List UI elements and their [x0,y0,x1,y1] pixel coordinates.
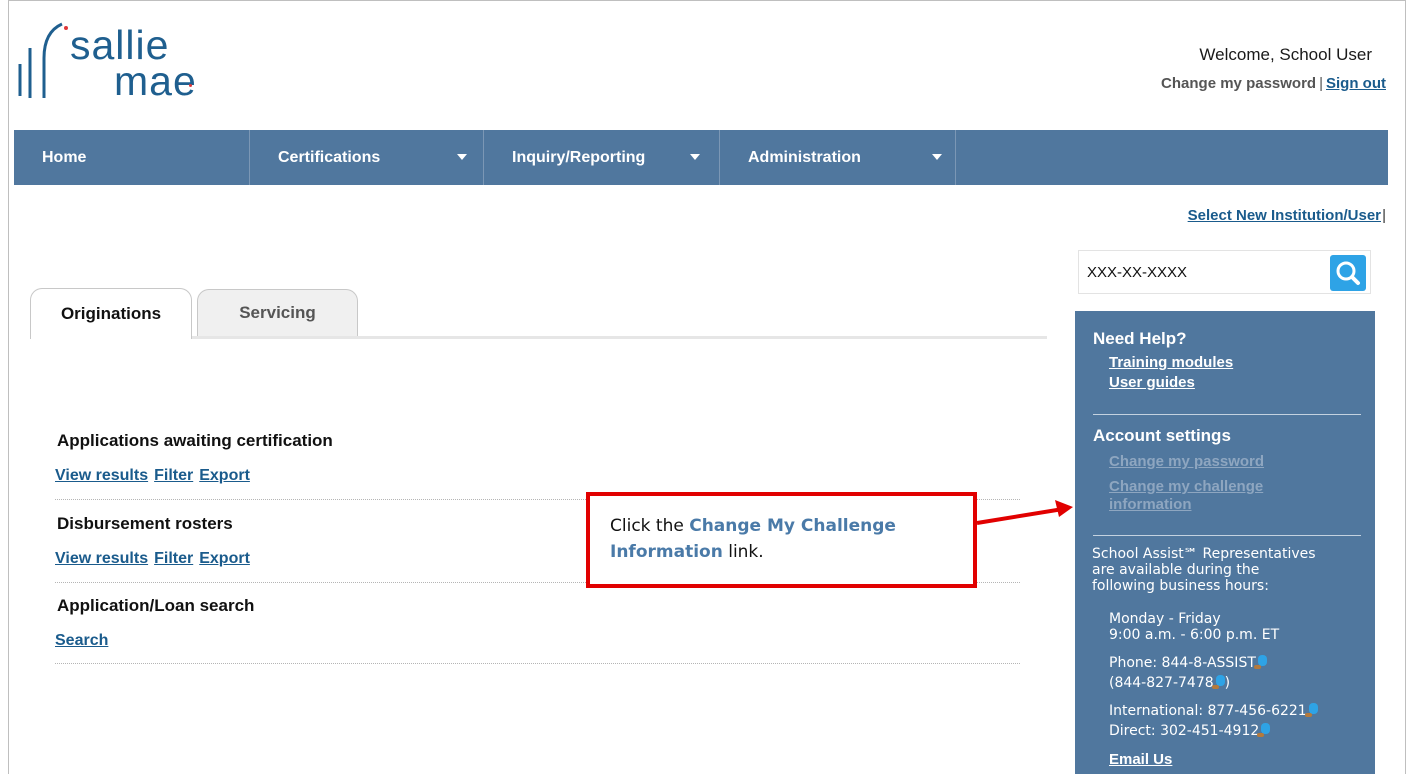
nav-home[interactable]: Home [14,130,249,185]
divider [55,663,1020,664]
nav-inquiry-reporting[interactable]: Inquiry/Reporting [484,130,719,185]
export-link[interactable]: Export [199,467,250,484]
search-box [1078,250,1371,294]
phone-line: Phone: 844-8-ASSIST [1109,655,1267,671]
section-links-search: Search [55,632,114,650]
select-institution-link[interactable]: Select New Institution/User [1188,207,1381,224]
business-days: Monday - Friday [1109,611,1221,627]
filter-link[interactable]: Filter [154,467,193,484]
divider [1093,535,1361,536]
view-results-link[interactable]: View results [55,550,148,567]
filter-link[interactable]: Filter [154,550,193,567]
search-button[interactable] [1330,255,1366,291]
view-results-link[interactable]: View results [55,467,148,484]
chevron-down-icon [932,154,942,160]
section-title-applications: Applications awaiting certification [57,431,333,450]
nav-inquiry-label: Inquiry/Reporting [512,148,646,166]
phone-text: Phone: 844-8-ASSIST [1109,655,1256,671]
change-challenge-line2: information [1109,496,1192,513]
tab-originations[interactable]: Originations [30,288,192,339]
reps-line1: School Assist℠ Representatives [1092,546,1316,562]
representatives-text: School Assist℠ Representatives are avail… [1092,546,1316,594]
callout-prefix: Click the [610,516,690,536]
phone-icon[interactable] [1257,723,1271,737]
separator: | [1382,207,1386,224]
callout-suffix: link. [722,542,764,563]
nav-administration[interactable]: Administration [720,130,955,185]
phone-icon[interactable] [1304,703,1318,717]
section-links-applications: View results Filter Export [55,467,256,485]
direct-line: Direct: 302-451-4912 [1109,723,1271,739]
separator: | [1319,75,1323,92]
sallie-mae-logo[interactable]: sallie mae [14,18,234,108]
nav-divider [955,130,956,185]
logo-bars-icon [18,22,63,98]
logo-dot-icon [64,26,68,30]
phone-numeric-close: ) [1224,675,1231,691]
nav-administration-label: Administration [748,148,861,166]
tab-originations-label: Originations [60,304,162,323]
tab-servicing[interactable]: Servicing [197,289,358,336]
email-us-link[interactable]: Email Us [1109,751,1172,768]
nav-home-label: Home [42,148,87,166]
international-text: International: 877-456-6221 [1109,703,1307,719]
search-input[interactable] [1080,252,1326,292]
business-hours: 9:00 a.m. - 6:00 p.m. ET [1109,627,1280,643]
instruction-callout: Click the Change My Challenge Informatio… [586,492,977,588]
training-modules-link[interactable]: Training modules [1109,354,1233,371]
nav-certifications-label: Certifications [278,148,381,166]
help-panel: Need Help? Training modules User guides … [1075,311,1375,774]
chevron-down-icon [690,154,700,160]
welcome-text: Welcome, School User [1199,45,1372,64]
section-title-search: Application/Loan search [57,596,255,615]
account-settings-heading: Account settings [1093,426,1231,445]
section-links-disbursement: View results Filter Export [55,550,256,568]
phone-numeric-text: (844-827-7478 [1109,675,1214,691]
reps-line3: following business hours: [1092,578,1269,594]
tab-servicing-label: Servicing [239,303,316,322]
change-password-link[interactable]: Change my password [1161,75,1316,92]
account-links: Change my password | Sign out [1161,75,1386,92]
user-guides-link[interactable]: User guides [1109,374,1195,391]
change-challenge-line1: Change my challenge [1109,478,1264,495]
callout-arrow-icon [976,500,1073,525]
change-challenge-info-link[interactable]: Change my challenge information [1109,478,1263,514]
change-password-link[interactable]: Change my password [1109,453,1264,470]
phone-icon[interactable] [1253,655,1267,669]
international-line: International: 877-456-6221 [1109,703,1318,719]
phone-numeric-line: (844-827-7478) [1109,675,1230,691]
search-link[interactable]: Search [55,632,108,649]
chevron-down-icon [457,154,467,160]
export-link[interactable]: Export [199,550,250,567]
section-title-disbursement: Disbursement rosters [57,514,233,533]
logo-text-mae: mae [114,58,197,104]
reps-line2: are available during the [1092,562,1260,578]
nav-certifications[interactable]: Certifications [250,130,483,185]
direct-text: Direct: 302-451-4912 [1109,723,1260,739]
divider [1093,414,1361,415]
phone-icon[interactable] [1211,675,1225,689]
main-nav: Home Certifications Inquiry/Reporting Ad… [14,130,1388,185]
need-help-heading: Need Help? [1093,329,1187,348]
search-icon [1336,261,1360,285]
tab-active-cover [31,336,191,339]
logo-dot-small-icon [189,84,192,87]
sign-out-link[interactable]: Sign out [1326,75,1386,92]
